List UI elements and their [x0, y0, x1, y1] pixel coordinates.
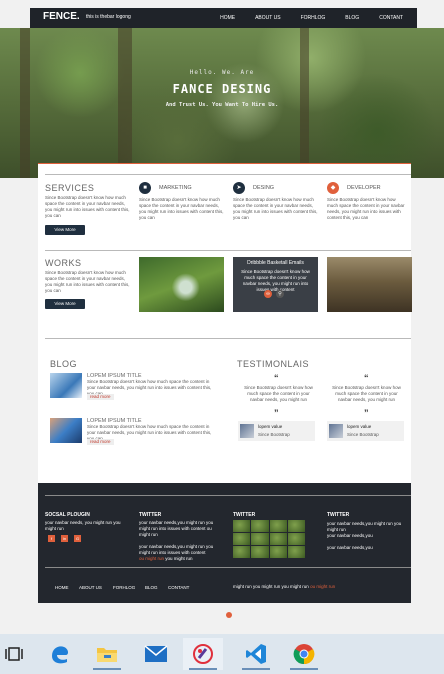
scroll-indicator-dot[interactable]: [226, 612, 232, 618]
footer-twitter-title: TWITTER: [233, 512, 256, 518]
footer: SOCSAL PLOUGIN your navbar needs, you mi…: [38, 483, 411, 603]
testimonials-title: TESTIMONLAIS: [237, 359, 310, 369]
work-image-waterfall[interactable]: [139, 257, 224, 312]
testimonial-role: Since Bootstrap: [258, 432, 290, 437]
divider: [45, 174, 411, 175]
nav-links: HOME ABOUT US FORHLOG BLOG CONTANT: [200, 15, 403, 21]
footer-twitter-line: your navbar needs,you might run you migh…: [327, 521, 402, 532]
paint-icon[interactable]: [183, 638, 223, 670]
send-icon: ➤: [233, 182, 245, 194]
blog-thumb[interactable]: [50, 418, 82, 443]
task-view-icon[interactable]: [0, 638, 34, 670]
divider: [45, 567, 411, 568]
taskbar: [0, 634, 444, 674]
nav-contant[interactable]: CONTANT: [379, 15, 403, 21]
quote-icon: “: [274, 373, 279, 383]
service-label-marketing: MARKETING: [159, 185, 192, 191]
read-more-link[interactable]: read more: [87, 394, 114, 400]
footer-twitter-line: your navbar needs,you: [327, 533, 373, 538]
works-title: WORKS: [45, 258, 82, 268]
brand-logo[interactable]: FENCE.: [43, 11, 80, 22]
service-label-developer: DEVELOPER: [347, 185, 381, 191]
quote-close-icon: ”: [364, 408, 369, 418]
footer-twitter-title: TWITTER: [139, 512, 162, 518]
footer-social-text: your navbar needs, you might run you mig…: [45, 520, 121, 531]
testimonial-author-card: lopem value Since Bootstrap: [327, 421, 404, 441]
quote-icon: “: [364, 373, 369, 383]
facebook-icon[interactable]: f: [48, 535, 55, 542]
divider: [45, 250, 411, 251]
service-text-desing: Since Bootstrap doesn't know how much sp…: [233, 197, 318, 220]
testimonial-name: lopem value: [258, 424, 283, 429]
navbar: FENCE. this is thebar logong HOME ABOUT …: [30, 8, 417, 28]
work-image-ruins[interactable]: [327, 257, 412, 312]
services-title: SERVICES: [45, 183, 95, 193]
avatar: [329, 424, 343, 438]
main-content: SERVICES Since Bootstrap doesn't know ho…: [38, 163, 412, 483]
hero-hello: Hello. We. Are: [189, 69, 255, 76]
page: Hello. We. Are FANCE DESING And Trust Us…: [0, 0, 444, 674]
quote-close-icon: ”: [274, 408, 279, 418]
divider: [45, 338, 411, 339]
vscode-icon[interactable]: [236, 638, 276, 670]
linkedin-icon[interactable]: in: [61, 535, 68, 542]
hero-title: FANCE DESING: [172, 82, 272, 96]
nav-blog[interactable]: BLOG: [345, 15, 359, 21]
services-view-more-button[interactable]: View More: [45, 225, 85, 235]
nav-home[interactable]: HOME: [220, 15, 235, 21]
search-icon[interactable]: ⚲: [276, 290, 284, 298]
footer-twitter-line: your navbar needs,you: [327, 545, 373, 550]
footer-twitter-text: your navbar needs,you might run you migh…: [139, 544, 214, 555]
file-explorer-icon[interactable]: [87, 638, 127, 670]
link-icon[interactable]: ∞: [264, 290, 272, 298]
hero-subtitle: And Trust Us. You Want To Hire Us.: [165, 102, 279, 108]
testimonial-author-card: lopem value Since Bootstrap: [238, 421, 315, 441]
service-text-developer: Since Bootstrap doesn't know how much sp…: [327, 197, 405, 220]
service-label-desing: DESING: [253, 185, 275, 191]
google-icon[interactable]: G: [74, 535, 81, 542]
services-text: Since Bootstrap doesn't know how much sp…: [45, 195, 130, 218]
testimonial-quote: Since Bootstrap doesn't know how much sp…: [244, 385, 313, 402]
read-more-link[interactable]: read more: [87, 439, 114, 445]
footer-bottom-text: might run you might run you might run ou…: [233, 584, 336, 589]
blog-thumb[interactable]: [50, 373, 82, 398]
footer-link-blog[interactable]: BLOG: [145, 585, 158, 590]
dribbble-title: Dribbble Basketall Emails: [247, 260, 304, 266]
navbar-tagline: this is thebar logong: [86, 14, 131, 20]
chrome-icon[interactable]: [284, 638, 324, 670]
divider: [45, 495, 411, 496]
footer-twitter-link[interactable]: ou might run you might run: [139, 556, 193, 562]
footer-link-about[interactable]: ABOUT US: [79, 585, 102, 590]
works-text: Since Bootstrap doesn't know how much sp…: [45, 270, 130, 293]
bag-icon: ■: [139, 182, 151, 194]
footer-twitter-title: TWITTER: [327, 512, 350, 518]
service-text-marketing: Since Bootstrap doesn't know how much sp…: [139, 197, 224, 220]
blog-title: BLOG: [50, 359, 78, 369]
footer-photo-grid: [233, 520, 305, 558]
footer-twitter-text: your navbar needs,you might run you migh…: [139, 520, 214, 537]
mail-icon[interactable]: [136, 638, 176, 670]
dribbble-text: Since Bootstrap doesn't know how much sp…: [241, 269, 310, 292]
nav-about[interactable]: ABOUT US: [255, 15, 280, 21]
code-icon: ◆: [327, 182, 339, 194]
testimonial-role: Since Bootstrap: [347, 432, 379, 437]
footer-link-contant[interactable]: CONTANT: [168, 585, 189, 590]
footer-link-home[interactable]: HOME: [55, 585, 69, 590]
nav-forhlog[interactable]: FORHLOG: [301, 15, 326, 21]
hero-banner: Hello. We. Are FANCE DESING And Trust Us…: [0, 28, 444, 178]
avatar: [240, 424, 254, 438]
testimonial-quote: Since Bootstrap doesn't know how much sp…: [332, 385, 401, 402]
edge-icon[interactable]: [40, 638, 80, 670]
works-view-more-button[interactable]: View More: [45, 299, 85, 309]
footer-link-forhlog[interactable]: FORHLOG: [113, 585, 135, 590]
footer-social-title: SOCSAL PLOUGIN: [45, 512, 90, 518]
work-image-dribbble[interactable]: Dribbble Basketall Emails Since Bootstra…: [233, 257, 318, 312]
testimonial-name: lopem value: [347, 424, 372, 429]
